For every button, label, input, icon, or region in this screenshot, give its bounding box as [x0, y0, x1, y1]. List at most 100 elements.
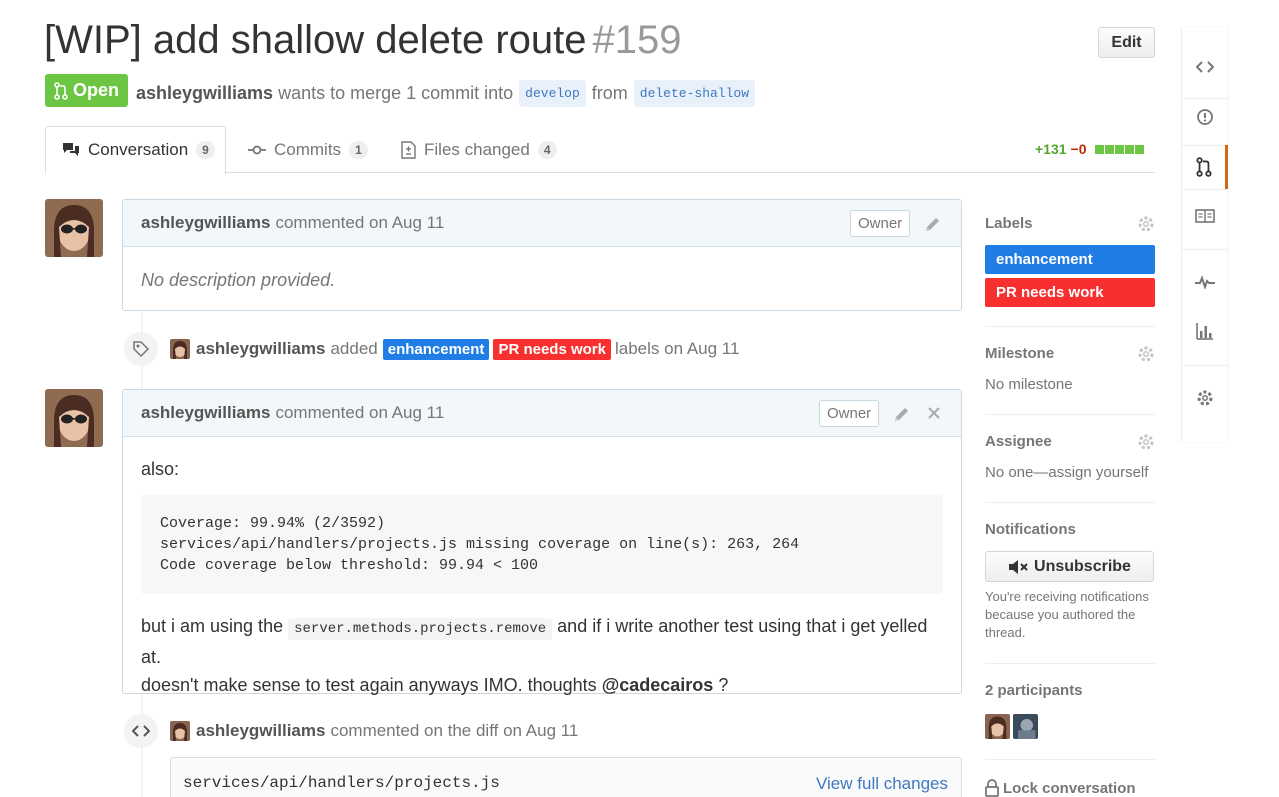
nav-pulse[interactable] — [1182, 259, 1228, 305]
comment-meta[interactable]: commented on Aug 11 — [275, 403, 444, 423]
gear-icon — [1197, 390, 1213, 406]
gear-icon[interactable] — [1137, 433, 1155, 451]
code-line: services/api/handlers/projects.js missin… — [160, 536, 800, 553]
nav-issues[interactable] — [1182, 94, 1228, 140]
pr-author-link[interactable]: ashleygwilliams — [136, 83, 273, 104]
labels-title[interactable]: Labels — [985, 215, 1155, 232]
pencil-icon[interactable] — [924, 215, 942, 233]
pr-tabs: Conversation 9 Commits 1 Files changed 4 — [45, 126, 1155, 174]
mute-icon — [1009, 559, 1028, 574]
tab-conversation[interactable]: Conversation 9 — [45, 126, 226, 174]
tab-conversation-count: 9 — [196, 141, 215, 159]
close-icon[interactable] — [927, 406, 941, 420]
sidebar-label-enhancement[interactable]: enhancement — [985, 245, 1155, 274]
state-badge: Open — [45, 74, 129, 107]
label-enhancement[interactable]: enhancement — [382, 338, 490, 360]
unsubscribe-button[interactable]: Unsubscribe — [985, 551, 1154, 582]
nav-wiki[interactable] — [1182, 193, 1228, 239]
tab-commits-label: Commits — [274, 139, 342, 159]
inline-code: server.methods.projects.remove — [288, 618, 553, 640]
label-event: ashleygwilliams added enhancement PR nee… — [124, 332, 739, 366]
pr-meta: ashleygwilliams wants to merge 1 commit … — [136, 80, 761, 107]
tab-files-count: 4 — [537, 140, 557, 159]
diffstat-block — [1104, 145, 1114, 154]
issue-opened-icon — [1197, 109, 1213, 125]
base-branch[interactable]: develop — [519, 80, 586, 107]
file-diff-icon — [401, 140, 416, 159]
assignee-title[interactable]: Assignee — [985, 433, 1155, 450]
milestone-value: No milestone — [985, 376, 1073, 393]
comment-header: ashleygwilliams commented on Aug 11 Owne… — [123, 200, 961, 247]
graph-icon — [1196, 323, 1213, 340]
assignee-value[interactable]: No one—assign yourself — [985, 464, 1155, 481]
code-icon — [1196, 61, 1214, 73]
lock-conversation-link[interactable]: Lock conversation — [985, 779, 1155, 797]
diffstat-block — [1134, 145, 1144, 154]
from-text: from — [591, 83, 628, 103]
event-author-link[interactable]: ashleygwilliams — [196, 339, 325, 359]
milestone-section: Milestone No milestone — [985, 345, 1155, 393]
pr-title: [WIP] add shallow delete route #159 — [44, 18, 682, 63]
gear-icon[interactable] — [1137, 345, 1155, 363]
event-text[interactable]: commented on the diff on Aug 11 — [330, 721, 578, 741]
diffstat-block — [1114, 145, 1124, 154]
comment-meta[interactable]: commented on Aug 11 — [275, 213, 444, 233]
user-mention[interactable]: @cadecairos — [602, 675, 714, 695]
book-icon — [1195, 209, 1215, 223]
unsubscribe-label: Unsubscribe — [1034, 557, 1131, 575]
owner-badge: Owner — [850, 210, 911, 237]
event-verb: added — [330, 339, 378, 358]
divider — [985, 759, 1155, 760]
label-pr-needs-work[interactable]: PR needs work — [493, 338, 611, 360]
nav-divider — [1182, 249, 1228, 250]
nav-settings[interactable] — [1182, 375, 1228, 421]
divider — [985, 326, 1155, 327]
notifications-title: Notifications — [985, 521, 1076, 538]
milestone-title[interactable]: Milestone — [985, 345, 1155, 362]
notifications-reason: You're receiving notifications because y… — [985, 589, 1149, 640]
nav-divider — [1182, 365, 1228, 366]
comment-2: ashleygwilliams commented on Aug 11 Owne… — [122, 389, 962, 695]
nav-graphs[interactable] — [1182, 308, 1228, 354]
mini-avatar[interactable] — [170, 721, 190, 741]
notifications-section: Notifications Unsubscribe You're receivi… — [985, 521, 1155, 642]
divider — [985, 502, 1155, 503]
comment-author-link[interactable]: ashleygwilliams — [141, 403, 270, 423]
comment-author-link[interactable]: ashleygwilliams — [141, 213, 270, 233]
merge-text: wants to merge 1 commit into — [278, 83, 514, 103]
diffstat-block — [1094, 145, 1104, 154]
avatar[interactable] — [45, 389, 103, 447]
pencil-icon[interactable] — [893, 405, 911, 423]
code-block: Coverage: 99.94% (2/3592) services/api/ha… — [141, 495, 943, 594]
diffstat-block — [1124, 145, 1134, 154]
diff-file-header: services/api/handlers/projects.js View f… — [170, 757, 962, 797]
mini-avatar[interactable] — [170, 339, 190, 359]
nav-code[interactable] — [1182, 44, 1228, 90]
divider — [985, 663, 1155, 664]
git-pull-request-icon — [54, 81, 68, 100]
view-full-changes-link[interactable]: View full changes — [816, 774, 948, 794]
edit-button[interactable]: Edit — [1098, 27, 1155, 58]
event-author-link[interactable]: ashleygwilliams — [196, 721, 325, 741]
git-pull-request-icon — [1195, 157, 1212, 177]
comment-paragraph: but i am using the server.methods.projec… — [141, 612, 943, 699]
tab-files-changed[interactable]: Files changed 4 — [401, 126, 557, 173]
comment-1: ashleygwilliams commented on Aug 11 Owne… — [122, 199, 962, 311]
head-branch[interactable]: delete-shallow — [633, 80, 755, 107]
diff-file-name: services/api/handlers/projects.js — [183, 774, 500, 792]
participant-avatar[interactable] — [985, 714, 1010, 739]
comment-intro: also: — [141, 459, 180, 479]
sidebar-label-pr-needs-work[interactable]: PR needs work — [985, 278, 1155, 307]
participant-avatar[interactable] — [1013, 714, 1038, 739]
nav-pull-requests[interactable] — [1182, 145, 1228, 189]
comment-line2-end: ? — [718, 675, 729, 695]
nav-divider — [1182, 189, 1228, 190]
tab-commits[interactable]: Commits 1 — [248, 126, 368, 173]
owner-badge: Owner — [819, 400, 880, 427]
tag-icon — [124, 332, 158, 366]
avatar[interactable] — [45, 199, 103, 257]
diffstat-additions: +131 — [1035, 141, 1067, 157]
code-icon — [124, 714, 158, 748]
diffstat[interactable]: +131 −0 — [1035, 141, 1145, 157]
gear-icon[interactable] — [1137, 215, 1155, 233]
